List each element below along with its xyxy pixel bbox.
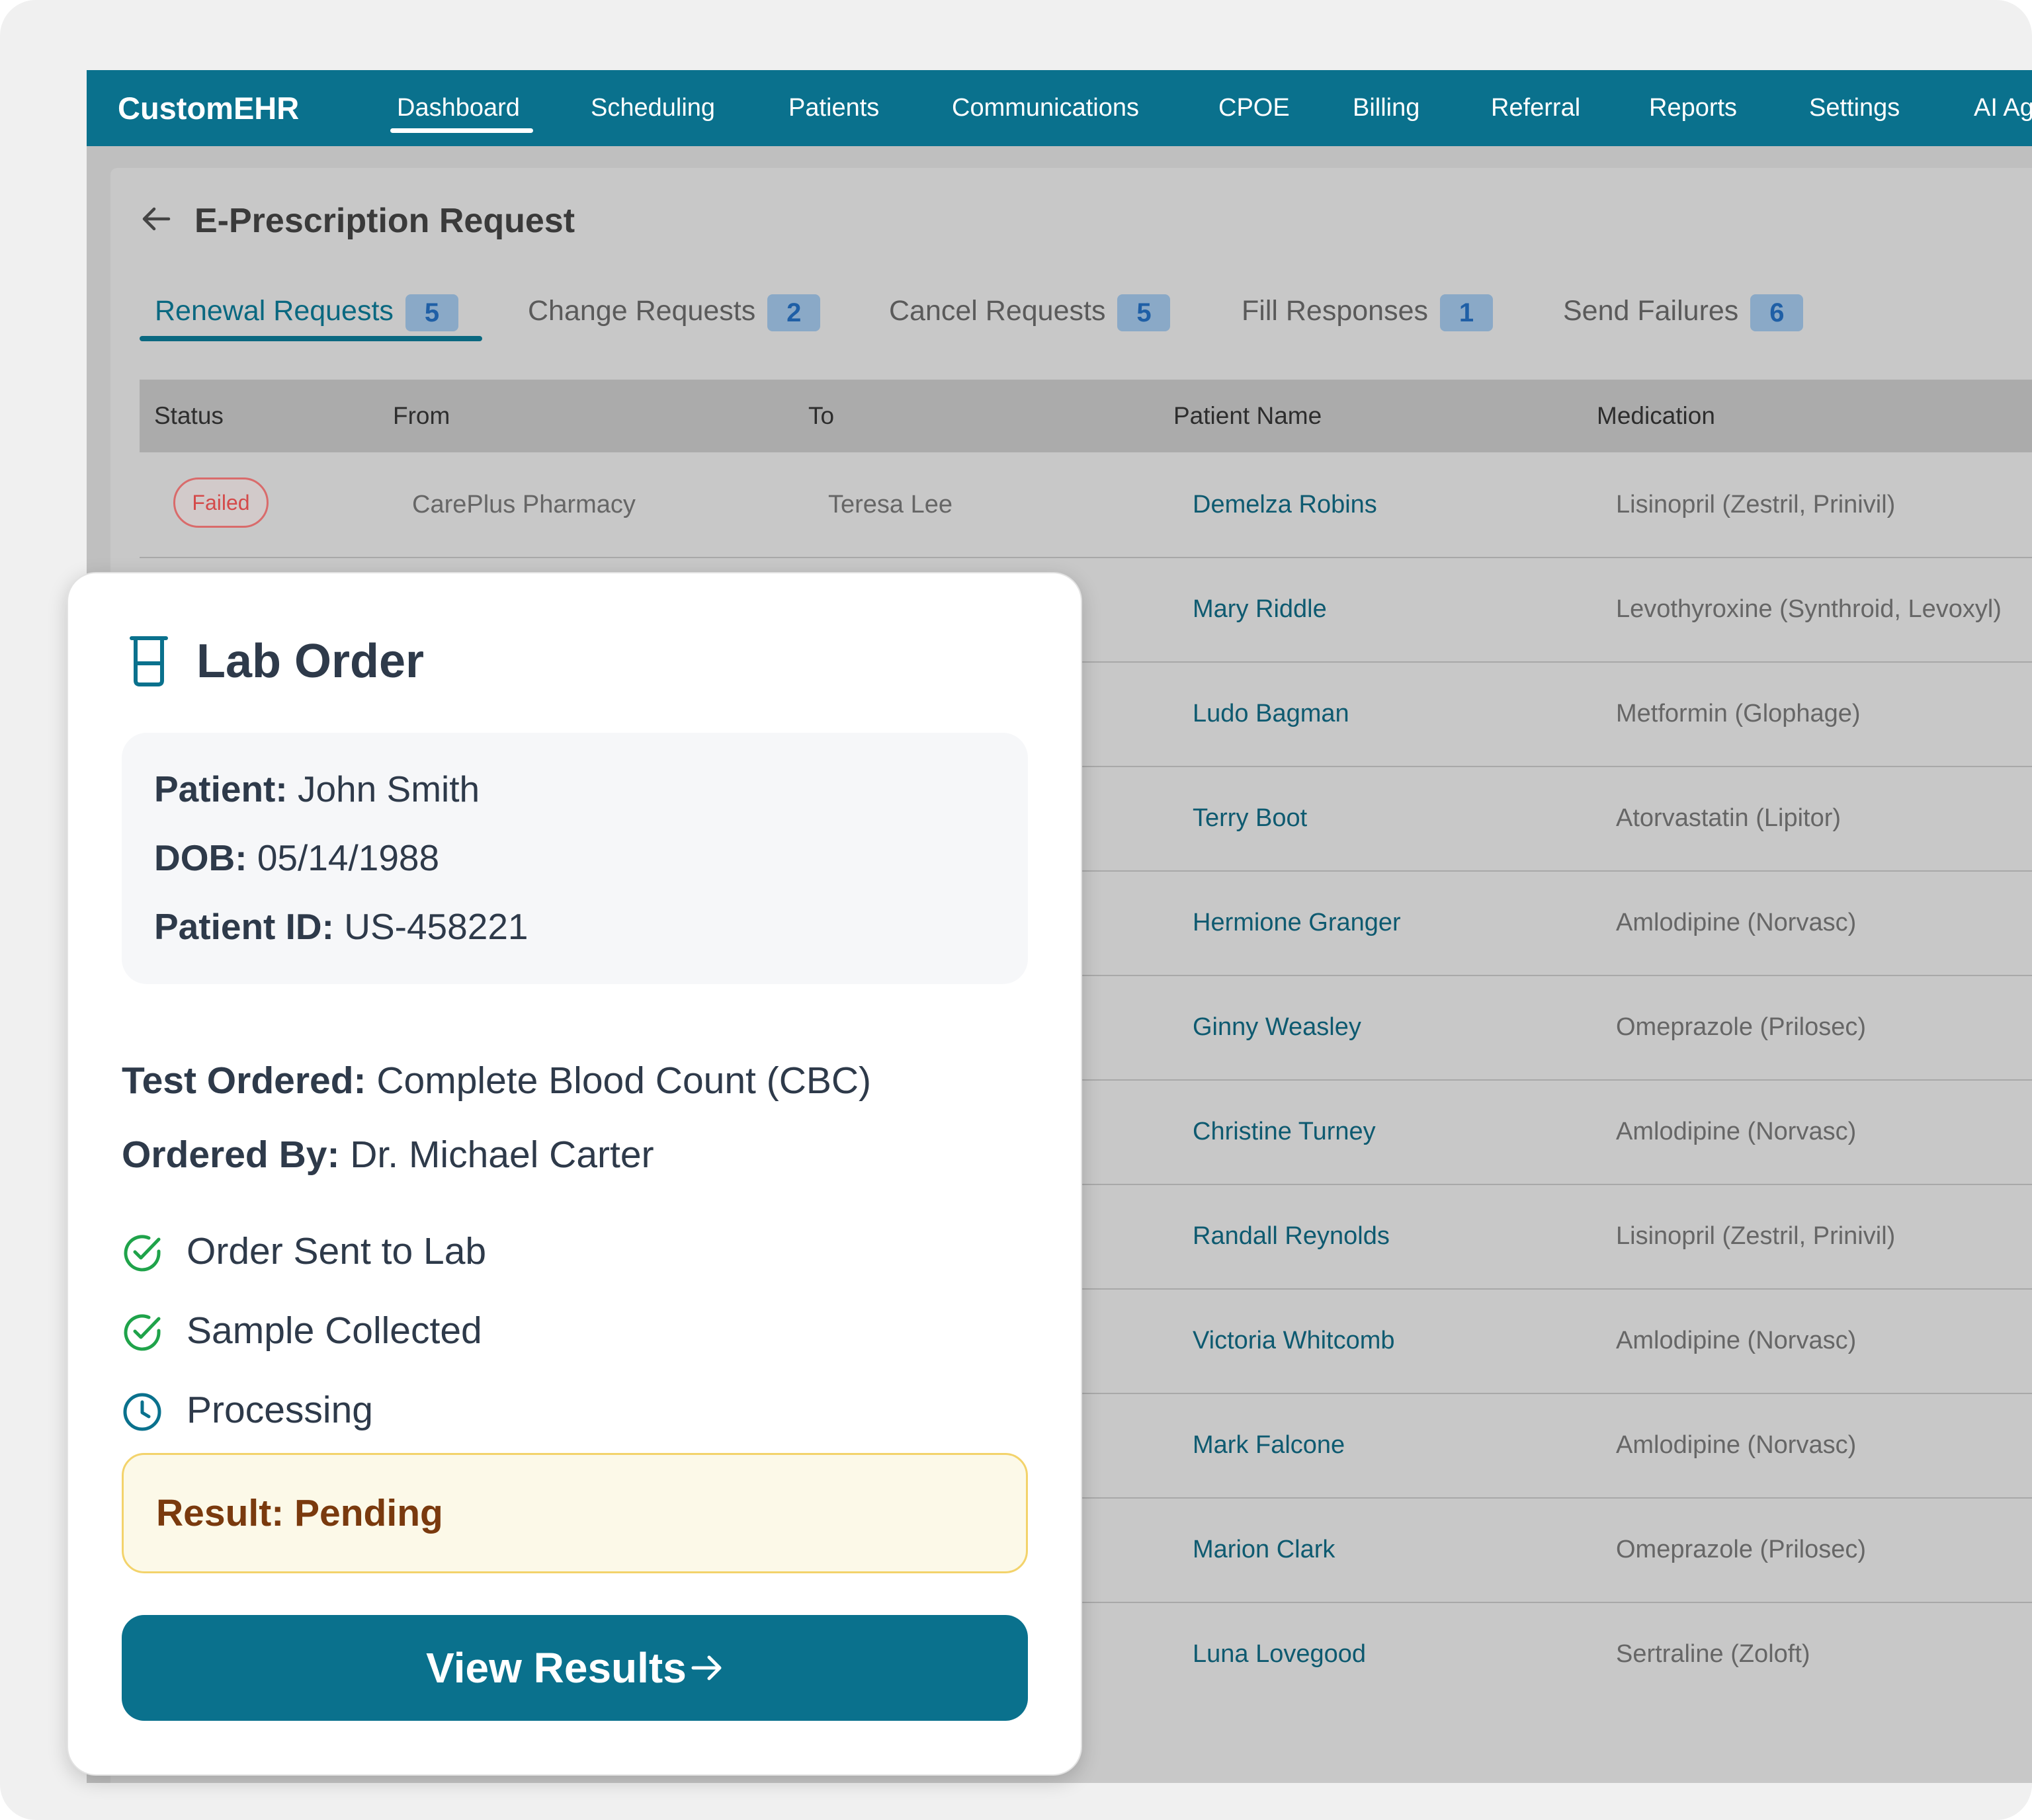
lab-order-card: Lab Order Patient: John Smith DOB: 05/14…: [67, 572, 1082, 1776]
count-badge: 6: [1750, 294, 1804, 331]
to-cell: Teresa Lee: [828, 491, 953, 518]
nav-active-indicator: [390, 128, 533, 133]
patient-name-link[interactable]: Terry Boot: [1193, 766, 1307, 870]
medication-cell: Amlodipine (Norvasc): [1616, 1118, 1857, 1145]
page-title: E-Prescription Request: [194, 202, 575, 240]
tab-cancel-requests[interactable]: Cancel Requests 5: [889, 284, 1171, 337]
test-ordered-line: Test Ordered: Complete Blood Count (CBC): [122, 1054, 871, 1107]
patient-name-line: Patient: John Smith: [154, 766, 480, 812]
patient-id-label: Patient ID:: [154, 906, 334, 947]
dob-value: 05/14/1988: [257, 837, 440, 878]
from-cell: CarePlus Pharmacy: [412, 491, 636, 518]
tab-label: Renewal Requests: [155, 295, 394, 327]
ordered-by-value: Dr. Michael Carter: [350, 1134, 654, 1176]
nav-communications[interactable]: Communications: [952, 70, 1139, 146]
clock-icon: [123, 1393, 161, 1431]
medication-cell: Atorvastatin (Lipitor): [1616, 804, 1842, 832]
patient-info-box: Patient: John Smith DOB: 05/14/1988 Pati…: [122, 733, 1028, 984]
check-circle-icon: [124, 1235, 161, 1272]
tab-fill-responses[interactable]: Fill Responses 1: [1242, 284, 1493, 337]
dob-line: DOB: 05/14/1988: [154, 835, 439, 881]
medication-cell: Sertraline (Zoloft): [1616, 1640, 1810, 1668]
nav-dashboard[interactable]: Dashboard: [397, 70, 520, 146]
patient-name-link[interactable]: Marion Clark: [1193, 1497, 1335, 1602]
nav-cpoe[interactable]: CPOE: [1218, 70, 1290, 146]
medication-cell: Omeprazole (Prilosec): [1616, 1536, 1866, 1563]
nav-billing[interactable]: Billing: [1353, 70, 1419, 146]
medication-cell: Amlodipine (Norvasc): [1616, 909, 1857, 936]
patient-id-value: US-458221: [344, 906, 529, 947]
patient-name-link[interactable]: Ginny Weasley: [1193, 975, 1361, 1079]
medication-cell: Omeprazole (Prilosec): [1616, 1013, 1866, 1041]
nav-patients[interactable]: Patients: [788, 70, 879, 146]
tab-label: Change Requests: [528, 295, 756, 327]
medication-cell: Levothyroxine (Synthroid, Levoxyl): [1616, 595, 2002, 623]
status-badge-failed: Failed: [173, 477, 269, 528]
patient-label: Patient:: [154, 768, 288, 809]
count-badge: 5: [1117, 294, 1171, 331]
tab-label: Send Failures: [1563, 295, 1739, 327]
count-badge: 1: [1440, 294, 1493, 331]
check-circle-icon: [124, 1314, 161, 1351]
brand-logo[interactable]: CustomEHR: [118, 70, 299, 146]
column-header-medication[interactable]: Medication: [1597, 380, 1715, 452]
nav-referral[interactable]: Referral: [1491, 70, 1580, 146]
step-label: Order Sent to Lab: [187, 1230, 487, 1272]
tab-renewal-requests[interactable]: Renewal Requests 5: [155, 284, 458, 337]
medication-cell: Lisinopril (Zestril, Prinivil): [1616, 1222, 1896, 1250]
test-ordered-value: Complete Blood Count (CBC): [376, 1059, 872, 1102]
column-header-to[interactable]: To: [808, 380, 834, 452]
patient-name-link[interactable]: Luna Lovegood: [1193, 1602, 1366, 1706]
table-row[interactable]: Failed CarePlus Pharmacy Teresa Lee Deme…: [140, 452, 2032, 558]
patient-name-link[interactable]: Victoria Whitcomb: [1193, 1288, 1395, 1393]
patient-name-link[interactable]: Ludo Bagman: [1193, 661, 1349, 766]
patient-id-line: Patient ID: US-458221: [154, 903, 529, 950]
medication-cell: Amlodipine (Norvasc): [1616, 1327, 1857, 1354]
ordered-by-label: Ordered By:: [122, 1134, 340, 1176]
patient-name-link[interactable]: Mark Falcone: [1193, 1393, 1345, 1497]
column-header-status[interactable]: Status: [154, 380, 224, 452]
tab-label: Fill Responses: [1242, 295, 1428, 327]
back-arrow-icon[interactable]: [140, 202, 173, 235]
patient-name-link[interactable]: Mary Riddle: [1193, 557, 1327, 661]
result-status-box: Result: Pending: [122, 1453, 1028, 1573]
column-header-patient-name[interactable]: Patient Name: [1173, 380, 1322, 452]
table-header: Status From To Patient Name Medication: [140, 380, 2032, 452]
dob-label: DOB:: [154, 837, 247, 878]
patient-name-link[interactable]: Christine Turney: [1193, 1079, 1376, 1184]
medication-cell: Lisinopril (Zestril, Prinivil): [1616, 491, 1896, 518]
result-status-text: Result: Pending: [156, 1492, 443, 1534]
arrow-right-icon: [691, 1655, 722, 1680]
ordered-by-line: Ordered By: Dr. Michael Carter: [122, 1128, 654, 1181]
patient-name-link[interactable]: Randall Reynolds: [1193, 1184, 1390, 1288]
lab-order-title: Lab Order: [196, 635, 425, 688]
beaker-icon: [130, 636, 168, 686]
step-label: Sample Collected: [187, 1309, 482, 1352]
tab-change-requests[interactable]: Change Requests 2: [528, 284, 821, 337]
active-tab-indicator: [140, 336, 482, 341]
medication-cell: Metformin (Glophage): [1616, 700, 1861, 727]
patient-name-link[interactable]: Demelza Robins: [1193, 452, 1377, 557]
patient-value: John Smith: [297, 768, 480, 809]
nav-ai-agent[interactable]: AI Ag: [1974, 70, 2032, 146]
tab-send-failures[interactable]: Send Failures 6: [1563, 284, 1804, 337]
top-navigation-bar: CustomEHR Dashboard Scheduling Patients …: [87, 70, 2032, 146]
view-results-label: View Results: [426, 1644, 687, 1692]
test-ordered-label: Test Ordered:: [122, 1059, 366, 1102]
screenshot-frame: CustomEHR Dashboard Scheduling Patients …: [0, 0, 2032, 1820]
count-badge: 5: [405, 294, 458, 331]
tab-label: Cancel Requests: [889, 295, 1106, 327]
nav-settings[interactable]: Settings: [1809, 70, 1900, 146]
nav-scheduling[interactable]: Scheduling: [591, 70, 715, 146]
column-header-from[interactable]: From: [393, 380, 450, 452]
view-results-button[interactable]: View Results: [122, 1615, 1028, 1721]
medication-cell: Amlodipine (Norvasc): [1616, 1431, 1857, 1459]
step-label: Processing: [187, 1389, 373, 1431]
nav-reports[interactable]: Reports: [1649, 70, 1737, 146]
count-badge: 2: [767, 294, 821, 331]
patient-name-link[interactable]: Hermione Granger: [1193, 870, 1401, 975]
